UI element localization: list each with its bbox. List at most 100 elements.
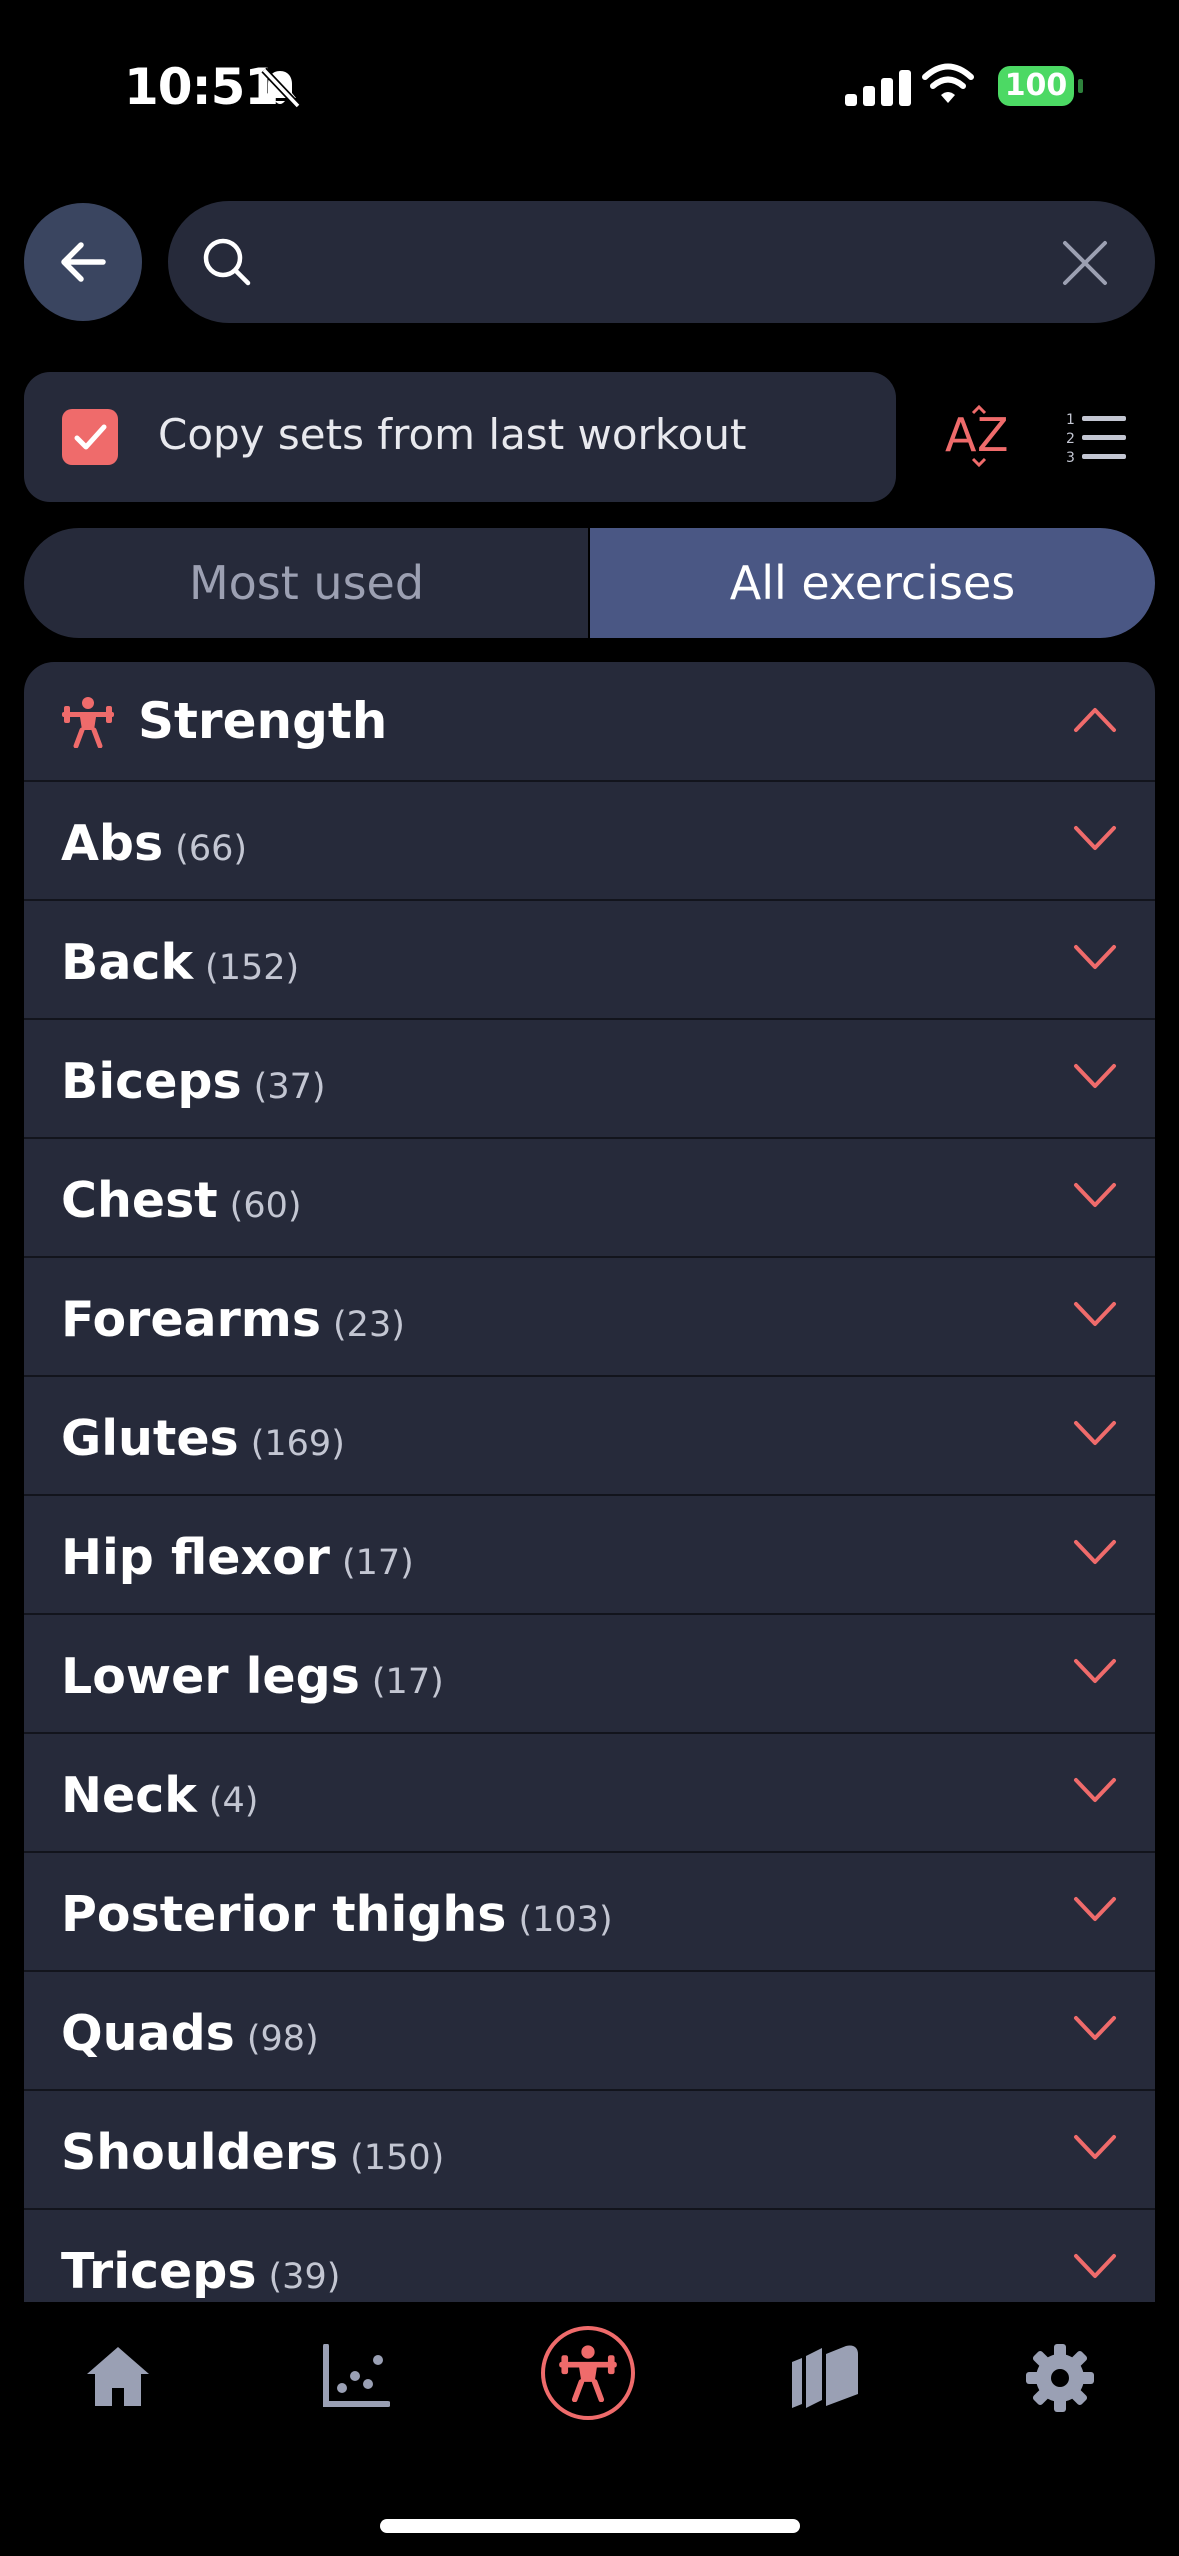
exercise-count: (39) [268, 2257, 341, 2297]
exercise-count: (23) [333, 1305, 405, 1345]
exercise-count: (17) [341, 1543, 414, 1583]
stats-chart-icon[interactable] [322, 2344, 390, 2408]
muscle-group-name: Abs (66) [61, 815, 247, 872]
chevron-down-icon[interactable] [1073, 1657, 1117, 1687]
exercise-count: (37) [253, 1067, 326, 1107]
exercise-category-list: Strength Abs (66) Back (152) Biceps (37) Chest… [24, 662, 1155, 2302]
muscle-group-row[interactable]: Chest (60) [24, 1139, 1155, 1258]
exercise-count: (66) [175, 829, 248, 869]
checkmark-icon [74, 424, 107, 450]
numbered-list-icon[interactable]: 1 2 3 [1066, 410, 1128, 466]
muscle-group-row[interactable]: Forearms (23) [24, 1258, 1155, 1377]
muscle-group-row[interactable]: Quads (98) [24, 1972, 1155, 2091]
muscle-group-label: Back [61, 934, 194, 991]
chevron-down-icon[interactable] [1073, 1300, 1117, 1330]
muscle-group-row[interactable]: Glutes (169) [24, 1377, 1155, 1496]
exercise-count: (103) [518, 1900, 613, 1940]
clear-search-icon[interactable] [1061, 239, 1109, 287]
search-input[interactable] [268, 221, 1052, 305]
strength-category-header[interactable]: Strength [24, 662, 1155, 782]
muscle-group-name: Glutes (169) [61, 1410, 345, 1467]
copy-sets-label: Copy sets from last workout [158, 410, 747, 459]
chevron-down-icon[interactable] [1073, 943, 1117, 973]
tab-most-used[interactable]: Most used [24, 528, 589, 638]
muscle-group-row[interactable]: Triceps (39) [24, 2210, 1155, 2302]
chevron-down-icon[interactable] [1073, 1895, 1117, 1925]
muscle-group-label: Shoulders [61, 2124, 339, 2181]
muscle-group-row[interactable]: Shoulders (150) [24, 2091, 1155, 2210]
muscle-group-name: Quads (98) [61, 2005, 319, 2062]
muscle-group-row[interactable]: Abs (66) [24, 782, 1155, 901]
muscle-group-row[interactable]: Posterior thighs (103) [24, 1853, 1155, 1972]
chevron-down-icon[interactable] [1073, 1776, 1117, 1806]
exercise-count: (169) [250, 1424, 345, 1464]
back-button[interactable] [24, 203, 142, 321]
muscle-group-row[interactable]: Biceps (37) [24, 1020, 1155, 1139]
wifi-icon [922, 63, 974, 103]
chevron-down-icon[interactable] [1073, 2133, 1117, 2163]
workout-icon [559, 2345, 617, 2402]
search-bar[interactable] [168, 201, 1155, 323]
muscle-group-name: Forearms (23) [61, 1291, 405, 1348]
muscle-group-row[interactable]: Lower legs (17) [24, 1615, 1155, 1734]
copy-sets-checkbox[interactable] [62, 409, 118, 465]
muscle-group-label: Neck [61, 1767, 197, 1824]
exercise-library-icon[interactable] [788, 2342, 862, 2410]
status-time: 10:51 [124, 58, 279, 116]
muscle-group-label: Hip flexor [61, 1529, 330, 1586]
exercise-filter-segmented-control: Most used All exercises [24, 528, 1155, 638]
chevron-down-icon[interactable] [1073, 1062, 1117, 1092]
settings-gear-icon[interactable] [1024, 2342, 1096, 2414]
muscle-group-rows: Abs (66) Back (152) Biceps (37) Chest (60) Forea… [24, 782, 1155, 2302]
muscle-group-name: Hip flexor (17) [61, 1529, 414, 1586]
home-icon[interactable] [84, 2344, 152, 2408]
home-indicator [380, 2519, 800, 2533]
chevron-down-icon[interactable] [1073, 1419, 1117, 1449]
muscle-group-name: Chest (60) [61, 1172, 302, 1229]
exercise-count: (152) [205, 948, 300, 988]
copy-sets-option[interactable]: Copy sets from last workout [24, 372, 896, 502]
muscle-group-name: Lower legs (17) [61, 1648, 444, 1705]
muscle-group-name: Posterior thighs (103) [61, 1886, 613, 1943]
battery-tip [1078, 79, 1083, 93]
chevron-down-icon[interactable] [1073, 1538, 1117, 1568]
muscle-group-name: Triceps (39) [61, 2243, 340, 2300]
chevron-down-icon[interactable] [1073, 824, 1117, 854]
exercise-count: (98) [246, 2019, 319, 2059]
workout-tab-button[interactable] [541, 2326, 635, 2420]
muscle-group-label: Triceps [61, 2243, 257, 2300]
muscle-group-row[interactable]: Hip flexor (17) [24, 1496, 1155, 1615]
chevron-down-icon[interactable] [1073, 2252, 1117, 2282]
svg-text:1: 1 [1066, 412, 1075, 428]
exercise-count: (17) [371, 1662, 444, 1702]
muscle-group-label: Glutes [61, 1410, 239, 1467]
exercise-count: (4) [208, 1781, 259, 1821]
weightlifter-icon [62, 697, 114, 748]
tab-all-exercises[interactable]: All exercises [590, 528, 1155, 638]
svg-text:A: A [945, 408, 977, 462]
muscle-group-label: Chest [61, 1172, 218, 1229]
muscle-group-row[interactable]: Neck (4) [24, 1734, 1155, 1853]
muscle-group-label: Quads [61, 2005, 235, 2062]
muscle-group-label: Abs [61, 815, 164, 872]
arrow-left-icon [61, 242, 106, 282]
muscle-group-row[interactable]: Back (152) [24, 901, 1155, 1020]
chevron-down-icon[interactable] [1073, 1181, 1117, 1211]
svg-text:3: 3 [1066, 450, 1075, 466]
bottom-tab-bar [0, 2302, 1179, 2556]
battery-indicator: 100 [998, 66, 1074, 106]
muscle-group-label: Forearms [61, 1291, 322, 1348]
muscle-group-label: Biceps [61, 1053, 242, 1110]
chevron-down-icon[interactable] [1073, 2014, 1117, 2044]
svg-text:Z: Z [977, 408, 1009, 462]
muscle-group-name: Shoulders (150) [61, 2124, 444, 2181]
sort-alphabetical-icon[interactable]: A Z [945, 405, 1017, 469]
chevron-up-icon[interactable] [1073, 704, 1117, 734]
muscle-group-label: Lower legs [61, 1648, 360, 1705]
muscle-group-label: Posterior thighs [61, 1886, 507, 1943]
exercise-count: (150) [350, 2138, 445, 2178]
muscle-group-name: Neck (4) [61, 1767, 258, 1824]
search-icon [203, 238, 251, 286]
bell-muted-icon [261, 67, 301, 109]
cellular-signal-icon [845, 70, 911, 106]
